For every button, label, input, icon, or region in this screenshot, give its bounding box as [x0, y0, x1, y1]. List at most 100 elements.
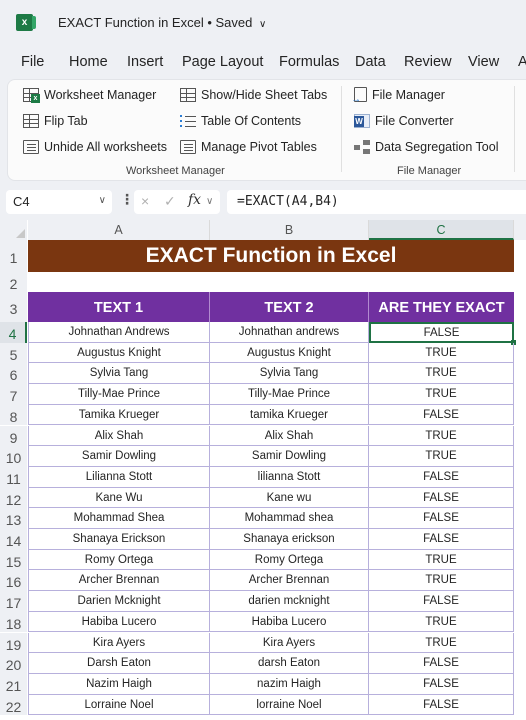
header-cell-text1[interactable]: TEXT 1	[28, 292, 210, 322]
worksheet-manager-button[interactable]: Worksheet Manager	[23, 88, 156, 103]
cell-exact[interactable]: TRUE	[369, 384, 514, 405]
cell-text2[interactable]: Johnathan andrews	[210, 322, 369, 343]
cell-exact[interactable]: FALSE	[369, 487, 514, 509]
cell-exact[interactable]: FALSE	[369, 591, 514, 612]
formula-input[interactable]: =EXACT(A4,B4)	[227, 190, 526, 214]
tab-data[interactable]: Data	[355, 54, 386, 70]
table-of-contents-button[interactable]: Table Of Contents	[180, 114, 301, 128]
cell-exact[interactable]: FALSE	[369, 529, 514, 550]
header-cell-text2[interactable]: TEXT 2	[210, 292, 369, 322]
cell-text2[interactable]: Sylvia Tang	[210, 363, 369, 385]
chevron-down-icon[interactable]: ∨	[259, 19, 266, 30]
cell-text2[interactable]: Archer Brennan	[210, 570, 369, 592]
cell-text2[interactable]: Mohammad shea	[210, 508, 369, 529]
row-header[interactable]: 11	[0, 466, 27, 488]
cell-exact[interactable]: FALSE	[369, 694, 514, 716]
cell-text2[interactable]: nazim Haigh	[210, 673, 369, 695]
cell-exact[interactable]: TRUE	[369, 549, 514, 571]
cell-exact[interactable]: TRUE	[369, 632, 514, 654]
enter-icon[interactable]: ✓	[164, 193, 176, 210]
tab-page-layout[interactable]: Page Layout	[182, 54, 263, 70]
row-header[interactable]: 20	[0, 653, 27, 674]
cell-exact[interactable]: TRUE	[369, 611, 514, 633]
manage-pivot-tables-button[interactable]: Manage Pivot Tables	[180, 140, 317, 154]
cell-exact[interactable]: FALSE	[369, 404, 514, 426]
cell-text1[interactable]: Habiba Lucero	[28, 611, 210, 633]
cell-text1[interactable]: Johnathan Andrews	[28, 322, 210, 343]
cell-text1[interactable]: Darien Mcknight	[28, 591, 210, 612]
row-header[interactable]: 16	[0, 570, 27, 592]
cell-text1[interactable]: Sylvia Tang	[28, 363, 210, 385]
cell-exact[interactable]: FALSE	[369, 653, 514, 674]
cell-text1[interactable]: Nazim Haigh	[28, 673, 210, 695]
insert-function-icon[interactable]: fx	[188, 192, 201, 208]
cell-text2[interactable]: Habiba Lucero	[210, 611, 369, 633]
cell-text1[interactable]: Alix Shah	[28, 425, 210, 447]
row-header[interactable]: 8	[0, 404, 27, 426]
column-header-d[interactable]	[514, 220, 526, 240]
row-header[interactable]: 19	[0, 632, 27, 654]
cell-exact[interactable]: FALSE	[369, 508, 514, 529]
document-title[interactable]: EXACT Function in Excel • Saved ∨	[58, 15, 266, 30]
cell-text1[interactable]: Archer Brennan	[28, 570, 210, 592]
cell-text2[interactable]: Samir Dowling	[210, 446, 369, 467]
cancel-icon[interactable]: ×	[141, 193, 149, 209]
cell-text2[interactable]: Kira Ayers	[210, 632, 369, 654]
name-box[interactable]: C4 ∨	[6, 190, 112, 214]
column-header-b[interactable]: B	[210, 220, 369, 240]
cell-text1[interactable]: Samir Dowling	[28, 446, 210, 467]
file-converter-button[interactable]: File Converter	[354, 114, 454, 128]
cell-exact[interactable]: TRUE	[369, 363, 514, 385]
flip-tab-button[interactable]: Flip Tab	[23, 114, 88, 128]
row-header[interactable]: 6	[0, 363, 27, 385]
select-all-button[interactable]	[0, 220, 27, 240]
row-header[interactable]: 12	[0, 487, 27, 509]
row-header[interactable]: 9	[0, 425, 27, 447]
tab-insert[interactable]: Insert	[127, 54, 163, 70]
row-header[interactable]: 1	[0, 240, 27, 272]
cell-text1[interactable]: Tilly-Mae Prince	[28, 384, 210, 405]
cell-text2[interactable]: darsh Eaton	[210, 653, 369, 674]
excel-logo-icon[interactable]: x	[16, 14, 36, 31]
cell-exact[interactable]: TRUE	[369, 342, 514, 364]
cell-text2[interactable]: Shanaya erickson	[210, 529, 369, 550]
cell-text2[interactable]: lilianna Stott	[210, 466, 369, 488]
row-header[interactable]: 21	[0, 673, 27, 695]
row-header[interactable]: 5	[0, 342, 27, 364]
more-options-icon[interactable]: ⋮	[120, 191, 134, 208]
cell-text1[interactable]: Augustus Knight	[28, 342, 210, 364]
row-header[interactable]: 13	[0, 508, 27, 529]
row-header[interactable]: 2	[0, 272, 27, 292]
tab-formulas[interactable]: Formulas	[279, 54, 339, 70]
cell-text1[interactable]: Lilianna Stott	[28, 466, 210, 488]
file-manager-button[interactable]: File Manager	[351, 87, 445, 105]
cell-text1[interactable]: Kira Ayers	[28, 632, 210, 654]
column-header-a[interactable]: A	[28, 220, 210, 240]
row-header[interactable]: 7	[0, 384, 27, 405]
chevron-down-icon[interactable]: ∨	[99, 195, 106, 206]
cell-text2[interactable]: Alix Shah	[210, 425, 369, 447]
tab-overflow[interactable]: A	[518, 54, 526, 70]
row-header[interactable]: 14	[0, 529, 27, 550]
cell-text1[interactable]: Tamika Krueger	[28, 404, 210, 426]
cell-text1[interactable]: Shanaya Erickson	[28, 529, 210, 550]
data-segregation-tool-button[interactable]: Data Segregation Tool	[354, 140, 498, 154]
cell-text2[interactable]: darien mcknight	[210, 591, 369, 612]
tab-view[interactable]: View	[468, 54, 499, 70]
show-hide-sheet-tabs-button[interactable]: Show/Hide Sheet Tabs	[180, 88, 327, 102]
cell-text2[interactable]: tamika Krueger	[210, 404, 369, 426]
row-header[interactable]: 3	[0, 292, 27, 322]
chevron-down-icon[interactable]: ∨	[206, 196, 213, 207]
unhide-all-worksheets-button[interactable]: Unhide All worksheets	[23, 140, 167, 154]
cell-text1[interactable]: Kane Wu	[28, 487, 210, 509]
row-header[interactable]: 10	[0, 446, 27, 467]
header-cell-exact[interactable]: ARE THEY EXACT	[369, 292, 514, 322]
tab-home[interactable]: Home	[69, 54, 108, 70]
column-header-c[interactable]: C	[369, 220, 514, 240]
cell-text2[interactable]: Tilly-Mae Prince	[210, 384, 369, 405]
cell-text1[interactable]: Romy Ortega	[28, 549, 210, 571]
cell-exact[interactable]: TRUE	[369, 570, 514, 592]
row-header[interactable]: 22	[0, 694, 27, 716]
cell-text2[interactable]: Augustus Knight	[210, 342, 369, 364]
cell-text2[interactable]: lorraine Noel	[210, 694, 369, 716]
